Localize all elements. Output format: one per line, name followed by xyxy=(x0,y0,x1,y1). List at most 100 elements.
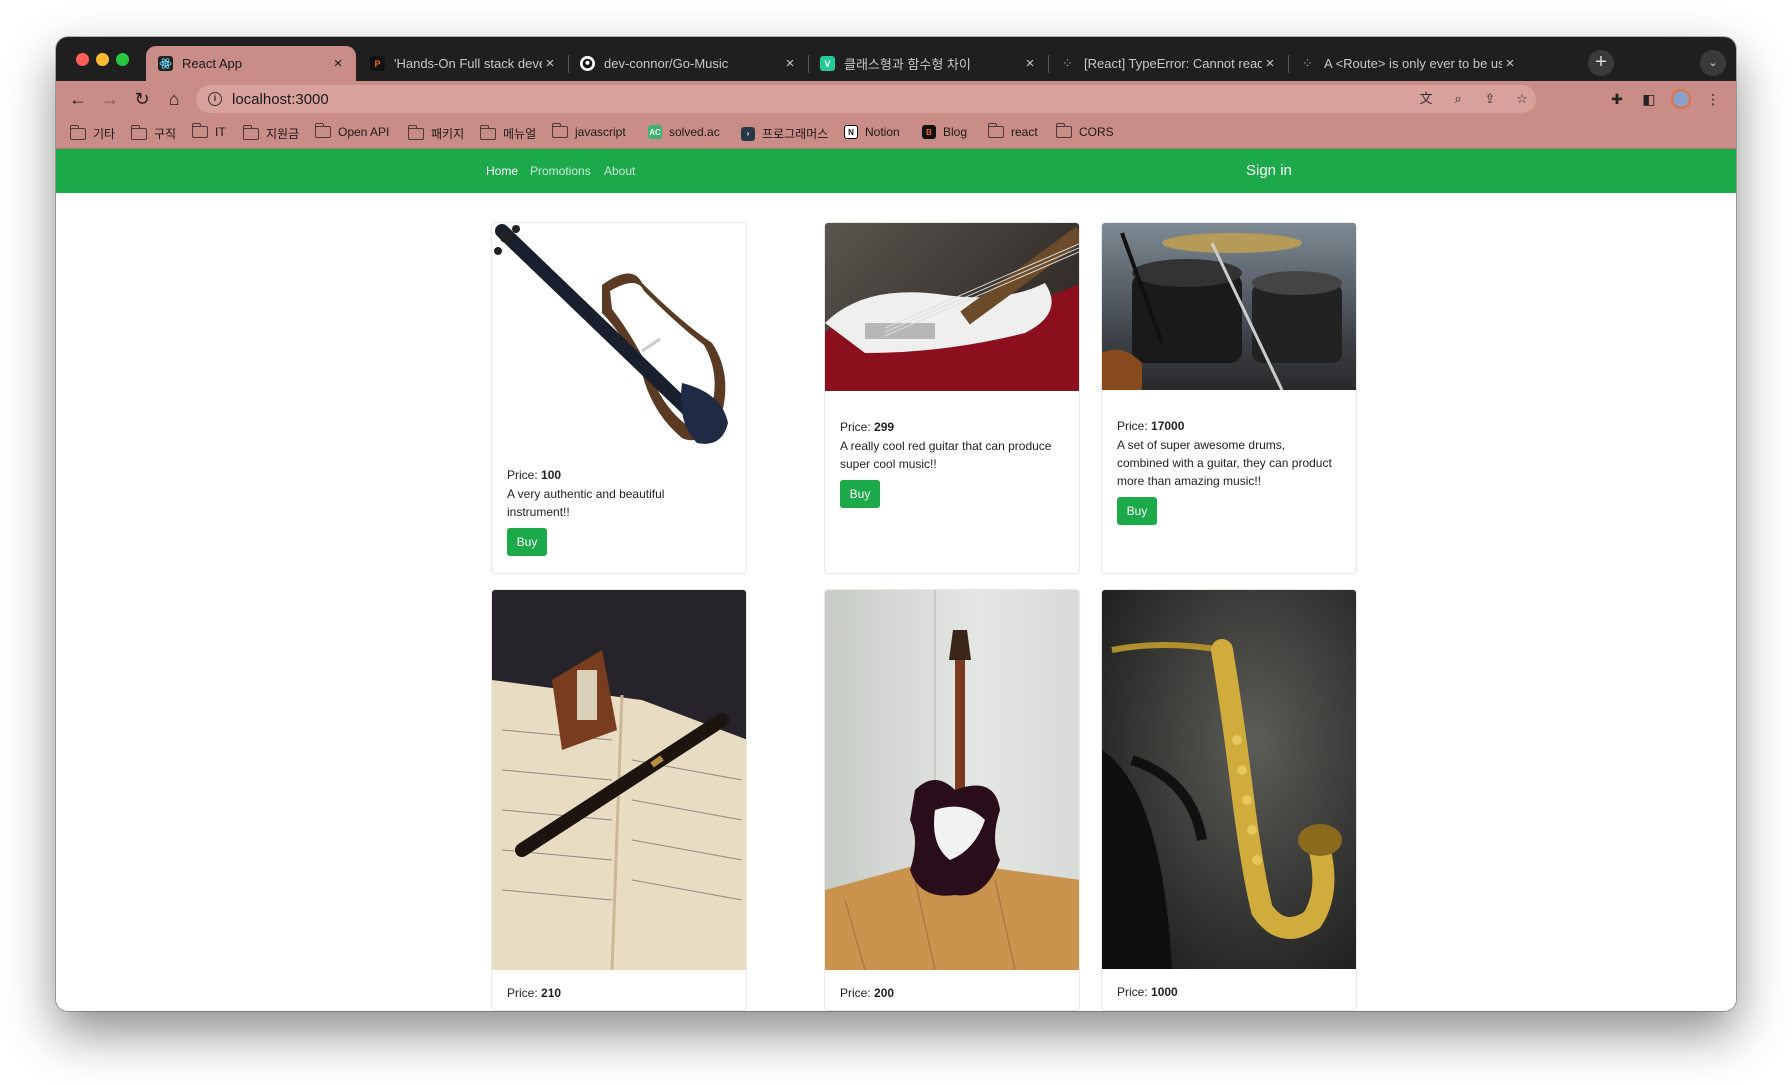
bookmark-folder[interactable]: IT xyxy=(191,123,226,139)
bookmark-folder[interactable]: 메뉴얼 xyxy=(479,124,536,142)
tab-react-app[interactable]: React App × xyxy=(146,46,356,81)
more-menu-icon[interactable]: ⋮ xyxy=(1703,89,1723,109)
tistory-icon: ⁘ xyxy=(1303,58,1312,68)
bookmark-label: react xyxy=(1011,125,1038,139)
price-value: 1000 xyxy=(1151,985,1178,999)
folder-icon xyxy=(407,124,424,140)
product-card: Price: 100 A very authentic and beautifu… xyxy=(491,222,747,574)
bookmark-site[interactable]: › 프로그래머스 xyxy=(741,125,828,142)
app-navbar: Home Promotions About Sign in xyxy=(56,149,1736,193)
bookmark-folder[interactable]: react xyxy=(987,123,1038,139)
product-description: A really cool red guitar that can produc… xyxy=(840,439,1052,471)
reload-icon[interactable]: ↻ xyxy=(130,87,154,111)
extensions-puzzle-icon[interactable]: ✚ xyxy=(1607,89,1627,109)
new-tab-button[interactable]: + xyxy=(1588,50,1614,76)
folder-icon xyxy=(242,124,259,140)
nav-home-link[interactable]: Home xyxy=(486,164,518,178)
bookmark-label: solved.ac xyxy=(669,125,720,139)
price-label: Price: xyxy=(1117,985,1152,999)
product-card: Price: 17000 A set of super awesome drum… xyxy=(1101,222,1357,574)
close-tab-icon[interactable]: × xyxy=(542,55,558,72)
tab-title: 클래스형과 함수형 차이 xyxy=(844,57,971,72)
close-tab-icon[interactable]: × xyxy=(1022,55,1038,72)
notion-icon: N xyxy=(844,125,858,139)
react-icon xyxy=(158,56,173,71)
price-value: 200 xyxy=(874,986,895,1000)
product-image-red-guitar xyxy=(825,223,1079,391)
zoom-icon[interactable]: ⌕ xyxy=(1449,90,1467,108)
velog-icon: V xyxy=(820,56,835,71)
back-arrow-icon[interactable]: ← xyxy=(66,87,90,111)
nav-about-link[interactable]: About xyxy=(604,164,635,178)
bookmark-folder[interactable]: CORS xyxy=(1055,123,1114,139)
tab-search-chevron-icon[interactable]: ⌄ xyxy=(1700,50,1726,76)
programmers-icon: › xyxy=(741,126,755,141)
tab-title: React App xyxy=(182,56,242,71)
close-tab-icon[interactable]: × xyxy=(782,55,798,72)
buy-button[interactable]: Buy xyxy=(840,480,880,508)
buy-button[interactable]: Buy xyxy=(507,528,547,556)
profile-avatar-icon[interactable] xyxy=(1671,89,1691,109)
product-description: A very authentic and beautiful instrumen… xyxy=(507,487,665,519)
bookmark-folder[interactable]: 기타 xyxy=(69,124,115,142)
price-value: 210 xyxy=(541,986,562,1000)
solved-ac-icon: AC xyxy=(648,125,662,139)
bookmark-site[interactable]: N Notion xyxy=(844,125,900,139)
buy-button[interactable]: Buy xyxy=(1117,497,1157,525)
tab-class-vs-function[interactable]: V 클래스형과 함수형 차이 × xyxy=(808,46,1048,81)
close-tab-icon[interactable]: × xyxy=(330,55,346,72)
folder-icon xyxy=(130,124,147,140)
product-image-electric-violin xyxy=(492,223,746,453)
tab-route[interactable]: ⁘ A <Route> is only ever to be us × xyxy=(1288,46,1528,81)
nav-promotions-link[interactable]: Promotions xyxy=(530,164,591,178)
bookmark-folder[interactable]: javascript xyxy=(551,123,626,139)
price-value: 100 xyxy=(541,468,562,482)
tab-title: A <Route> is only ever to be us xyxy=(1324,56,1502,71)
product-price: Price: 200 xyxy=(840,986,894,1000)
zoom-window-button[interactable] xyxy=(116,53,129,66)
sign-in-button[interactable]: Sign in xyxy=(1246,162,1292,179)
close-tab-icon[interactable]: × xyxy=(1262,55,1278,72)
home-icon[interactable]: ⌂ xyxy=(162,87,186,111)
folder-icon xyxy=(1055,123,1072,138)
bookmark-label: 프로그래머스 xyxy=(762,127,829,141)
bookmark-folder[interactable]: Open API xyxy=(314,123,389,139)
product-price: Price: 100 xyxy=(507,468,561,482)
packt-icon: P xyxy=(370,56,385,71)
tab-title: 'Hands-On Full stack developm xyxy=(394,56,542,71)
price-value: 299 xyxy=(874,420,895,434)
bookmark-label: 구직 xyxy=(154,127,177,141)
translate-icon[interactable]: 文 xyxy=(1417,90,1435,108)
tab-strip: React App × P 'Hands-On Full stack devel… xyxy=(56,37,1736,81)
product-price: Price: 299 xyxy=(840,420,894,434)
bookmark-label: 지원금 xyxy=(266,127,300,141)
bookmark-label: 패키지 xyxy=(431,127,465,141)
address-bar[interactable]: i localhost:3000 文 ⌕ ⇪ ☆ xyxy=(196,85,1536,113)
product-image-black-electric-guitar xyxy=(825,590,1079,970)
bookmark-star-icon[interactable]: ☆ xyxy=(1513,90,1531,108)
share-icon[interactable]: ⇪ xyxy=(1481,90,1499,108)
close-window-button[interactable] xyxy=(76,53,89,66)
bookmark-folder[interactable]: 지원금 xyxy=(242,124,300,142)
product-description: A set of super awesome drums, combined w… xyxy=(1117,438,1332,488)
bookmark-site[interactable]: AC solved.ac xyxy=(648,125,720,139)
price-label: Price: xyxy=(1117,419,1152,433)
close-tab-icon[interactable]: × xyxy=(1502,55,1518,72)
tab-go-music[interactable]: dev-connor/Go-Music × xyxy=(568,46,808,81)
site-info-icon[interactable]: i xyxy=(208,92,222,106)
bookmark-folder[interactable]: 구직 xyxy=(130,124,177,142)
tab-hands-on[interactable]: P 'Hands-On Full stack developm × xyxy=(358,46,568,81)
bookmark-folder[interactable]: 패키지 xyxy=(407,124,465,142)
blog-icon: B xyxy=(922,125,936,139)
folder-icon xyxy=(551,123,568,138)
forward-arrow-icon[interactable]: → xyxy=(98,87,122,111)
bookmark-site[interactable]: B Blog xyxy=(922,125,967,139)
tab-title: dev-connor/Go-Music xyxy=(604,56,729,71)
product-price: Price: 1000 xyxy=(1117,985,1178,999)
price-label: Price: xyxy=(507,468,542,482)
minimize-window-button[interactable] xyxy=(96,53,109,66)
tab-typeerror[interactable]: ⁘ [React] TypeError: Cannot read × xyxy=(1048,46,1288,81)
product-grid: Price: 100 A very authentic and beautifu… xyxy=(56,193,1736,1011)
url-text[interactable]: localhost:3000 xyxy=(232,91,329,108)
side-panel-icon[interactable]: ◧ xyxy=(1639,89,1659,109)
